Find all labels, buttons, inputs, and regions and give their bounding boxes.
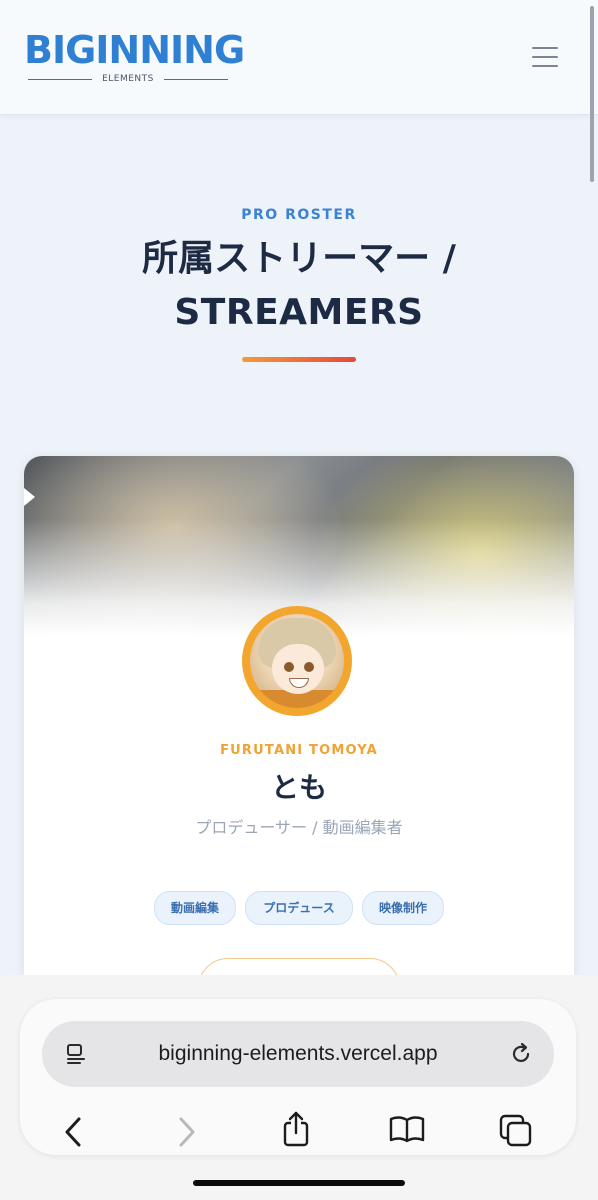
back-icon[interactable] [60,1115,88,1149]
home-indicator [193,1180,405,1186]
banner-arrow-icon [24,488,35,506]
logo-divider-right [164,79,228,80]
address-bar[interactable]: biginning-elements.vercel.app [42,1021,554,1087]
browser-panel: biginning-elements.vercel.app [20,999,576,1155]
section-title-line2: STREAMERS [174,292,424,333]
avatar [242,606,352,716]
logo-wordmark: BIGINNING [24,28,245,72]
share-icon[interactable] [280,1109,312,1149]
url-text[interactable]: biginning-elements.vercel.app [128,1021,468,1087]
forward-icon [179,1117,195,1147]
logo-divider-left [28,79,92,80]
logo-subtitle: ELEMENTS [102,74,154,84]
tag-list: 動画編集 プロデュース 映像制作 [154,891,454,925]
bookmarks-icon[interactable] [388,1113,426,1145]
reader-icon[interactable] [64,1042,88,1066]
tabs-icon[interactable] [498,1113,534,1149]
section-eyebrow: PRO ROSTER [241,207,357,223]
streamer-card[interactable]: FURUTANI TOMOYA とも プロデューサー / 動画編集者 動画編集 … [24,456,574,1016]
streamer-role: プロデューサー / 動画編集者 [195,818,403,837]
hamburger-icon[interactable] [530,44,560,70]
streamer-name: とも [270,771,327,804]
tag-video-editing: 動画編集 [154,891,236,925]
title-underline [242,357,356,362]
avatar-portrait [250,614,344,708]
reload-icon[interactable] [508,1041,534,1067]
tag-video-production: 映像制作 [362,891,444,925]
streamer-romaji-name: FURUTANI TOMOYA [220,743,378,758]
scrollbar-thumb[interactable] [590,6,594,182]
browser-toolbar: biginning-elements.vercel.app [0,975,598,1200]
site-logo[interactable]: BIGINNING ELEMENTS [24,28,245,88]
tag-produce: プロデュース [245,891,353,925]
section-title-line1: 所属ストリーマー / [142,238,456,279]
site-header: BIGINNING ELEMENTS [0,0,598,115]
logo-subtitle-row: ELEMENTS [28,72,228,86]
